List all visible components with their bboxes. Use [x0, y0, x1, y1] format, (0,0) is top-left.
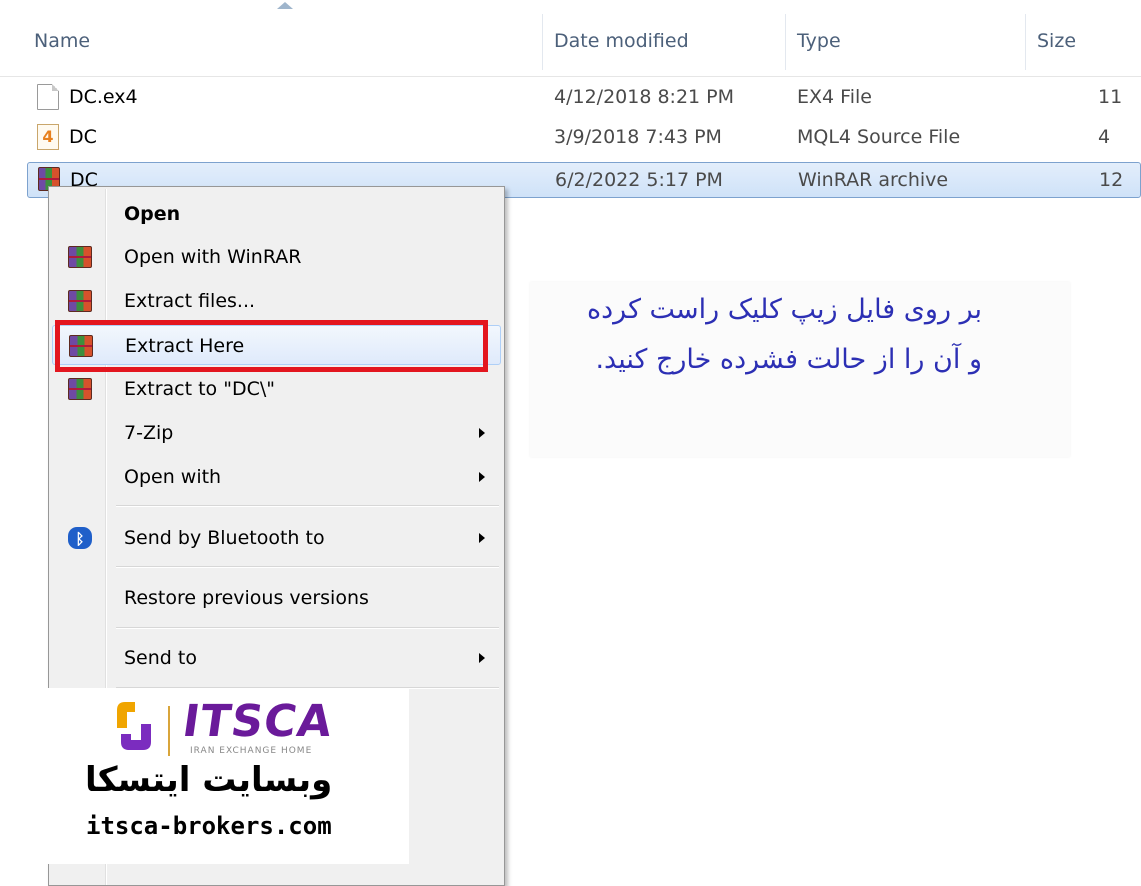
- instruction-note: بر روی فایل زیپ کلیک راست کرده و آن را ا…: [530, 282, 1070, 457]
- mql4-icon: 4: [37, 124, 59, 150]
- menu-separator: [116, 566, 499, 568]
- file-row[interactable]: DC.ex4 4/12/2018 8:21 PM EX4 File 11: [27, 80, 1141, 116]
- menu-item-label: Open with WinRAR: [124, 246, 302, 268]
- menu-separator: [116, 505, 499, 507]
- column-header-date-modified[interactable]: Date modified: [554, 30, 689, 52]
- itsca-url: itsca-brokers.com: [86, 812, 332, 840]
- menu-separator: [116, 627, 499, 629]
- column-header-size[interactable]: Size: [1037, 30, 1076, 52]
- file-name: DC.ex4: [69, 86, 138, 108]
- file-type: MQL4 Source File: [797, 126, 961, 148]
- bluetooth-icon: ᛒ: [68, 527, 92, 549]
- menu-item-label: Restore previous versions: [124, 587, 369, 609]
- itsca-watermark: ITSCA IRAN EXCHANGE HOME وبسایت ایتسکا i…: [0, 688, 409, 864]
- file-size: 11: [1098, 86, 1123, 108]
- menu-item-label: Open with: [124, 466, 222, 488]
- menu-item-send-by-bluetooth[interactable]: ᛒ Send by Bluetooth to: [52, 518, 501, 558]
- instruction-line-1: بر روی فایل زیپ کلیک راست کرده: [587, 294, 982, 325]
- file-row[interactable]: 4 DC 3/9/2018 7:43 PM MQL4 Source File 4: [27, 120, 1141, 156]
- column-divider[interactable]: [785, 14, 786, 70]
- itsca-persian-name: وبسایت ایتسکا: [85, 760, 333, 800]
- file-date: 3/9/2018 7:43 PM: [554, 126, 722, 148]
- submenu-arrow-icon: [479, 533, 485, 543]
- winrar-icon: [68, 290, 92, 312]
- itsca-tagline: IRAN EXCHANGE HOME: [190, 746, 313, 756]
- file-size: 12: [1099, 169, 1124, 191]
- column-header-type[interactable]: Type: [797, 30, 841, 52]
- menu-item-send-to[interactable]: Send to: [52, 638, 501, 678]
- column-header-bar: Name Date modified Type Size: [0, 0, 1141, 77]
- menu-item-open-with-winrar[interactable]: Open with WinRAR: [52, 237, 501, 277]
- annotation-highlight-box: [55, 320, 488, 372]
- menu-item-open[interactable]: Open: [52, 194, 501, 234]
- instruction-line-2: و آن را از حالت فشرده خارج کنید.: [595, 344, 982, 375]
- file-date: 6/2/2022 5:17 PM: [555, 169, 723, 191]
- winrar-icon: [68, 378, 92, 400]
- menu-item-label: Extract to "DC\": [124, 378, 275, 400]
- menu-item-label: Open: [124, 203, 181, 225]
- itsca-logo-icon: [117, 702, 151, 750]
- column-divider[interactable]: [1025, 14, 1026, 70]
- menu-item-label: Send to: [124, 647, 197, 669]
- document-icon: [37, 84, 59, 110]
- winrar-icon: [68, 246, 92, 268]
- menu-item-open-with[interactable]: Open with: [52, 457, 501, 497]
- itsca-brand-text: ITSCA: [179, 696, 337, 747]
- submenu-arrow-icon: [479, 428, 485, 438]
- column-header-name[interactable]: Name: [34, 30, 90, 52]
- menu-item-7zip[interactable]: 7-Zip: [52, 413, 501, 453]
- sort-ascending-icon: [277, 2, 293, 9]
- file-date: 4/12/2018 8:21 PM: [554, 86, 735, 108]
- file-type: EX4 File: [797, 86, 872, 108]
- menu-item-extract-files[interactable]: Extract files...: [52, 281, 501, 321]
- file-size: 4: [1098, 126, 1111, 148]
- menu-item-label: 7-Zip: [124, 422, 174, 444]
- file-type: WinRAR archive: [798, 169, 949, 191]
- menu-item-label: Extract files...: [124, 290, 256, 312]
- logo-divider: [168, 706, 170, 756]
- submenu-arrow-icon: [479, 472, 485, 482]
- file-name: DC: [69, 126, 97, 148]
- submenu-arrow-icon: [479, 653, 485, 663]
- menu-item-extract-to[interactable]: Extract to "DC\": [52, 369, 501, 409]
- menu-item-restore-previous-versions[interactable]: Restore previous versions: [52, 578, 501, 618]
- menu-item-label: Send by Bluetooth to: [124, 527, 325, 549]
- column-divider[interactable]: [542, 14, 543, 70]
